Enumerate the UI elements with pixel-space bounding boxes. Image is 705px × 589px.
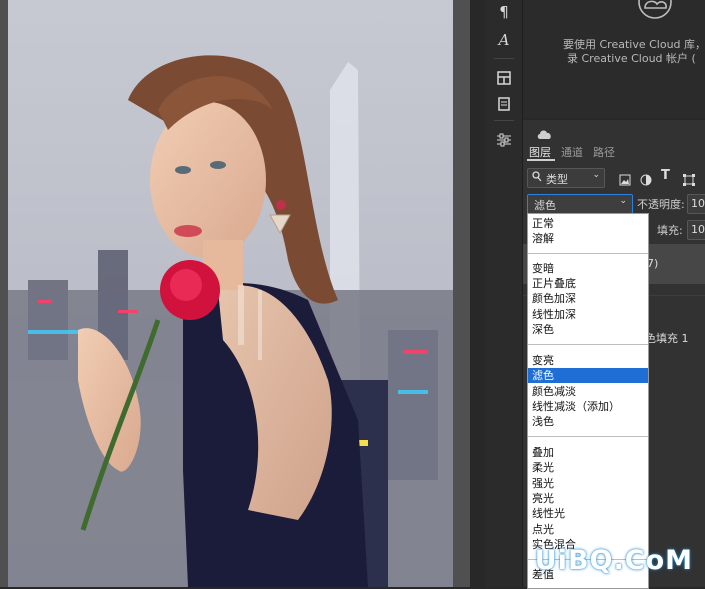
tab-channels[interactable]: 通道 (561, 144, 583, 160)
opacity-input[interactable]: 100 (687, 194, 705, 214)
blend-option-linear-dodge[interactable]: 线性减淡（添加） (528, 399, 648, 414)
shape-filter-icon[interactable] (683, 171, 695, 190)
blend-option-vivid-light[interactable]: 亮光 (528, 491, 648, 506)
image-filter-icon[interactable] (619, 171, 631, 190)
blend-option-darker-color[interactable]: 深色 (528, 322, 648, 337)
blend-mode-value: 滤色 (534, 199, 556, 212)
layer-fill-name: 色填充 1 (645, 332, 689, 345)
blend-mode-select[interactable]: 滤色 ⌄ (527, 194, 633, 214)
tab-layers[interactable]: 图层 (529, 144, 551, 160)
blend-option-soft-light[interactable]: 柔光 (528, 460, 648, 475)
blend-option-darken[interactable]: 变暗 (528, 261, 648, 276)
fill-value: 100 (691, 223, 705, 236)
document-image[interactable] (8, 0, 453, 587)
creative-cloud-icon (635, 0, 675, 24)
cloud-sync-icon[interactable] (537, 125, 553, 144)
blend-mode-menu: 正常 溶解 变暗 正片叠底 颜色加深 线性加深 深色 变亮 滤色 颜色减淡 线性… (527, 213, 649, 589)
tab-paths[interactable]: 路径 (593, 144, 615, 160)
dropdown-arrow-icon: ⌄ (619, 196, 627, 206)
blend-option-multiply[interactable]: 正片叠底 (528, 276, 648, 291)
fill-label: 填充: (657, 224, 683, 237)
libraries-panel: 要使用 Creative Cloud 库，您 录 Creative Cloud … (523, 0, 705, 118)
blend-option-color-burn[interactable]: 颜色加深 (528, 291, 648, 306)
type-filter-icon[interactable]: T (661, 168, 670, 183)
layer-filter-label: 类型 (546, 173, 568, 186)
panel-icon-strip: ¶ A (486, 0, 523, 587)
libraries-message-line1: 要使用 Creative Cloud 库，您 (563, 38, 705, 51)
strip-divider (494, 120, 514, 121)
blend-option-dissolve[interactable]: 溶解 (528, 231, 648, 246)
blend-option-overlay[interactable]: 叠加 (528, 445, 648, 460)
blend-option-screen[interactable]: 滤色 (528, 368, 648, 383)
libraries-message: 要使用 Creative Cloud 库，您 录 Creative Cloud … (563, 38, 705, 66)
fill-input[interactable]: 100 (687, 220, 705, 240)
menu-separator (528, 436, 648, 437)
opacity-value: 100 (691, 197, 705, 210)
glyphs-icon[interactable] (492, 66, 516, 90)
libraries-message-line2: 录 Creative Cloud 帐户 ( (567, 52, 696, 65)
blend-option-hard-light[interactable]: 强光 (528, 476, 648, 491)
search-icon (532, 170, 542, 185)
properties-icon[interactable] (492, 92, 516, 116)
blend-option-normal[interactable]: 正常 (528, 216, 648, 231)
strip-divider (494, 58, 514, 59)
blend-option-lighten[interactable]: 变亮 (528, 353, 648, 368)
adjustments-icon[interactable] (492, 128, 516, 152)
menu-separator (528, 253, 648, 254)
character-icon[interactable]: A (492, 28, 516, 52)
adjustment-filter-icon[interactable] (640, 171, 652, 190)
active-tab-indicator (527, 159, 555, 161)
paragraph-icon[interactable]: ¶ (492, 0, 516, 24)
menu-separator (528, 344, 648, 345)
blend-option-linear-burn[interactable]: 线性加深 (528, 307, 648, 322)
layer-filter-select[interactable]: 类型 ⌄ (527, 168, 605, 188)
site-watermark: UiBQ.CoM (534, 545, 693, 576)
canvas-area[interactable] (0, 0, 470, 587)
blend-option-pin-light[interactable]: 点光 (528, 522, 648, 537)
blend-option-linear-light[interactable]: 线性光 (528, 506, 648, 521)
dropdown-arrow-icon: ⌄ (592, 170, 600, 180)
opacity-label: 不透明度: (637, 198, 685, 211)
blend-option-color-dodge[interactable]: 颜色减淡 (528, 384, 648, 399)
blend-option-lighter-color[interactable]: 浅色 (528, 414, 648, 429)
